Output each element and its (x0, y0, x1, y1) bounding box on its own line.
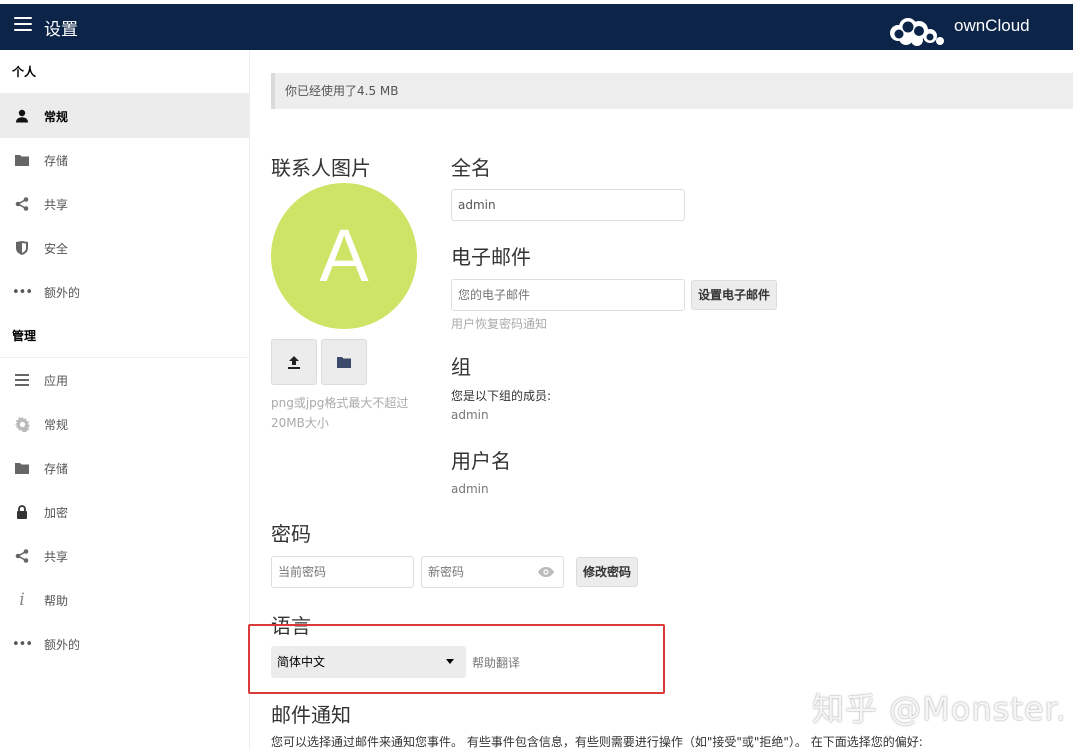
sidebar-item-label: 共享 (44, 197, 69, 212)
groups-label: 您是以下组的成员: (451, 389, 552, 403)
sidebar-section-admin: 管理 (0, 314, 249, 358)
sidebar-item-label: 存储 (44, 153, 69, 168)
page-title: 设置 (44, 20, 78, 40)
share-icon (0, 549, 44, 563)
sidebar-item-label: 共享 (44, 549, 69, 564)
quota-amount: 4.5 MB (357, 84, 399, 98)
upload-avatar-button[interactable] (271, 339, 317, 385)
highlight-box (248, 624, 665, 694)
info-icon: i (19, 590, 25, 610)
sidebar-item-label: 加密 (44, 505, 69, 520)
top-bar: 设置 ownCloud (0, 4, 1073, 50)
sidebar-item-label: 应用 (44, 373, 69, 388)
notifications-description: 您可以选择通过邮件来通知您事件。 有些事件包含信息，有些则需要进行操作（如"接受… (271, 735, 923, 749)
sidebar-item-label: 存储 (44, 461, 69, 476)
upload-icon (288, 356, 300, 369)
avatar-heading: 联系人图片 (271, 156, 371, 180)
sidebar-item-personal-storage[interactable]: 存储 (0, 138, 249, 182)
sidebar-item-personal-sharing[interactable]: 共享 (0, 182, 249, 226)
select-avatar-from-files-button[interactable] (321, 339, 367, 385)
show-password-eye-icon[interactable] (538, 567, 554, 577)
current-password-input[interactable] (271, 556, 414, 588)
owncloud-logo-icon[interactable] (886, 11, 948, 47)
notifications-heading: 邮件通知 (271, 703, 351, 727)
lock-icon (0, 505, 44, 519)
watermark: 知乎 @Monster. (812, 690, 1067, 728)
username-value: admin (451, 482, 489, 496)
fullname-input[interactable] (451, 189, 685, 221)
username-heading: 用户名 (451, 449, 511, 473)
password-heading: 密码 (271, 522, 311, 546)
groups-heading: 组 (451, 355, 471, 379)
folder-icon (0, 462, 44, 474)
sidebar-item-personal-security[interactable]: 安全 (0, 226, 249, 270)
sidebar-item-label: 帮助 (44, 593, 69, 608)
sidebar-item-admin-encryption[interactable]: 加密 (0, 490, 249, 534)
storage-quota-bar: 你已经使用了4.5 MB (271, 73, 1073, 109)
set-email-button[interactable]: 设置电子邮件 (691, 280, 778, 310)
email-input[interactable] (451, 279, 685, 311)
sidebar: 个人 常规 存储 共享 安全 ••• 额外的 管理 应用 常规 存储 加密 共享… (0, 50, 250, 749)
shield-icon (0, 241, 44, 255)
email-hint: 用户恢复密码通知 (451, 317, 548, 331)
brand-name: ownCloud (954, 16, 1030, 35)
folder-icon (337, 357, 351, 368)
user-icon (0, 109, 44, 123)
sidebar-item-admin-sharing[interactable]: 共享 (0, 534, 249, 578)
sidebar-item-admin-general[interactable]: 常规 (0, 402, 249, 446)
more-icon: ••• (11, 636, 33, 652)
email-heading: 电子邮件 (451, 245, 531, 269)
sidebar-item-label: 额外的 (44, 285, 81, 300)
sidebar-item-label: 常规 (44, 417, 69, 432)
groups-value: admin (451, 408, 489, 422)
folder-icon (0, 154, 44, 166)
more-icon: ••• (11, 284, 33, 300)
list-icon (0, 374, 44, 386)
sidebar-item-label: 安全 (44, 241, 69, 256)
gear-icon (0, 416, 44, 432)
share-icon (0, 197, 44, 211)
avatar-format-hint: png或jpg格式最大不超过20MB大小 (271, 396, 409, 430)
fullname-heading: 全名 (451, 156, 491, 180)
quota-text: 你已经使用了 (285, 84, 358, 98)
sidebar-item-personal-additional[interactable]: ••• 额外的 (0, 270, 249, 314)
avatar: A (271, 183, 417, 329)
sidebar-item-label: 额外的 (44, 637, 81, 652)
sidebar-item-admin-apps[interactable]: 应用 (0, 358, 249, 402)
sidebar-item-admin-storage[interactable]: 存储 (0, 446, 249, 490)
menu-icon[interactable] (14, 17, 32, 37)
sidebar-item-admin-additional[interactable]: ••• 额外的 (0, 622, 249, 666)
sidebar-item-label: 常规 (44, 109, 69, 124)
change-password-button[interactable]: 修改密码 (576, 557, 639, 587)
sidebar-item-admin-help[interactable]: i 帮助 (0, 578, 249, 622)
sidebar-section-personal: 个人 (0, 50, 249, 94)
sidebar-item-personal-general[interactable]: 常规 (0, 94, 249, 138)
